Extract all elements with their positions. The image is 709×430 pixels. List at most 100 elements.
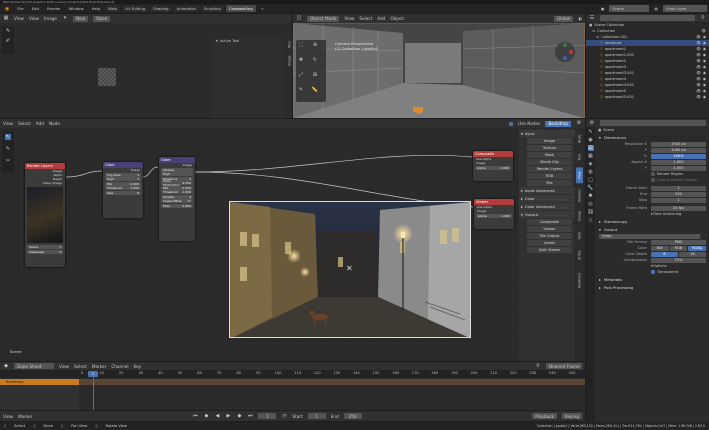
visibility-icon[interactable]: 👁 <box>696 77 701 81</box>
rotate-icon[interactable]: ↻ <box>312 57 318 63</box>
render-camera-icon[interactable]: ◉ <box>703 89 706 93</box>
orientation-dropdown[interactable]: Global <box>553 15 574 22</box>
data-tab-icon[interactable]: △ <box>588 217 594 223</box>
end-frame-field[interactable]: 250 <box>343 413 362 419</box>
annotate-icon[interactable]: ✎ <box>298 87 304 93</box>
add-menu-section[interactable]: ▸ Color Advanced <box>519 203 575 210</box>
snap-icon[interactable]: ⚲ <box>535 363 541 369</box>
add-menu-item[interactable]: Viewer <box>527 226 572 232</box>
transform-icon[interactable]: ⊞ <box>312 72 318 78</box>
menu-edit[interactable]: Edit <box>29 5 42 12</box>
glare-2-field[interactable]: High <box>161 172 193 176</box>
world-tab-icon[interactable]: ◍ <box>588 169 594 175</box>
depth-8[interactable]: 8 <box>651 251 678 257</box>
add-menu-item[interactable]: File Output <box>527 233 572 239</box>
node-sidebar-tab[interactable]: Item <box>576 226 583 244</box>
ds-menu-channel[interactable]: Channel <box>111 364 128 369</box>
render-camera-icon[interactable]: ◉ <box>703 53 706 57</box>
stereoscopy-panel-header[interactable]: ▸ Stereoscopy <box>596 218 709 225</box>
add-menu-item[interactable]: Mix <box>527 180 572 186</box>
visibility-icon[interactable]: 👁 <box>696 53 701 57</box>
node-editor[interactable]: View Select Add Node Use Nodes Backdrop … <box>0 119 585 361</box>
glare-2-field[interactable]: Color Modulation 0.250 <box>161 179 193 187</box>
scene-selector[interactable]: Scene <box>609 5 650 12</box>
dope-sheet[interactable]: ◆ Dope Sheet View Select Marker Channel … <box>0 362 585 410</box>
glare-1-type[interactable]: Fog Glow ▾ <box>105 172 141 177</box>
glare-1-quality[interactable]: High ▾ <box>105 177 141 181</box>
sample-tool-icon[interactable]: ✎ <box>5 28 11 34</box>
ds-menu-view[interactable]: View <box>59 364 69 369</box>
object-tab-icon[interactable]: ▢ <box>588 177 594 183</box>
glare-1-threshold[interactable]: Threshold 1.000 <box>105 186 141 190</box>
menu-file[interactable]: File <box>14 5 26 12</box>
color-rgb[interactable]: RGB <box>669 245 688 251</box>
color-rgba[interactable]: RGBA <box>688 245 707 251</box>
post-processing-panel-header[interactable]: ▸ Post Processing <box>596 284 709 291</box>
add-menu-item[interactable]: Mask <box>527 152 572 158</box>
tab-compositing[interactable]: Compositing <box>225 5 256 12</box>
vp-menu-add[interactable]: Add <box>377 16 385 21</box>
sidebar-expand-icon[interactable]: ▾ <box>216 39 218 43</box>
visibility-icon[interactable]: 👁 <box>696 35 701 39</box>
node-sidebar-tab[interactable]: View <box>576 166 583 184</box>
vp-menu-object[interactable]: Object <box>390 16 404 21</box>
visibility-icon[interactable]: 👁 <box>696 83 701 87</box>
output-panel-header[interactable]: ▾ Output <box>596 226 709 233</box>
add-workspace-icon[interactable]: + <box>258 5 267 12</box>
render-layers-node[interactable]: Render Layers Image Alpha Depth Noisy Im… <box>25 163 65 267</box>
add-menu-item[interactable]: Split Viewer <box>527 247 572 253</box>
image-editor-icon[interactable]: ▦ <box>3 16 9 22</box>
navigation-gizmo[interactable] <box>555 42 575 62</box>
add-menu-item[interactable]: Texture <box>527 145 572 151</box>
crop-region-row[interactable]: Crop to Render Region <box>596 177 709 183</box>
outliner-item[interactable]: ▽ apartment5.001 👁 ◉ <box>586 94 709 100</box>
ds-menu-select[interactable]: Select <box>74 364 87 369</box>
render-camera-icon[interactable]: ◉ <box>703 35 706 39</box>
scale-icon[interactable]: ⤢ <box>298 72 304 78</box>
prev-key-icon[interactable]: ◆ <box>203 413 209 419</box>
jump-start-icon[interactable]: ⏮ <box>192 413 198 419</box>
image-menu-view2[interactable]: View <box>29 16 39 21</box>
menu-window[interactable]: Window <box>66 5 87 12</box>
add-menu-item[interactable]: RGB <box>527 173 572 179</box>
add-menu-item[interactable]: Movie Clip <box>527 159 572 165</box>
render-camera-icon[interactable]: ◉ <box>703 77 706 81</box>
pb-menu-view[interactable]: View <box>3 414 13 419</box>
current-frame-field[interactable]: 1 <box>258 413 277 419</box>
image-menu-view[interactable]: View <box>14 16 24 21</box>
image-tab-tool[interactable]: Tool <box>286 38 293 52</box>
particles-tab-icon[interactable]: ✺ <box>588 193 594 199</box>
node-sidebar-tab[interactable]: Options <box>576 184 583 206</box>
glare-2-field[interactable]: Threshold 1.000 <box>161 190 193 194</box>
transparent-row[interactable]: Transparent <box>596 269 709 275</box>
output-tab-icon[interactable]: ▤ <box>587 145 594 151</box>
ds-menu-marker[interactable]: Marker <box>92 364 106 369</box>
ds-menu-key[interactable]: Key <box>134 364 142 369</box>
add-menu-item[interactable]: Composite <box>527 219 572 225</box>
select-box-icon[interactable]: ⬚ <box>298 42 304 48</box>
image-browse-icon[interactable]: ▾ <box>62 16 68 22</box>
depth-16[interactable]: 16 <box>679 251 706 257</box>
render-camera-icon[interactable]: ◉ <box>703 47 706 51</box>
render-camera-icon[interactable]: ◉ <box>703 95 706 99</box>
viewer-node[interactable]: Viewer Use Alpha Image Alpha 1.000 <box>474 199 514 229</box>
outliner-icon[interactable]: ☰ <box>589 15 595 21</box>
output-path-row[interactable]: /tmp\ 🗀 <box>596 233 709 239</box>
viewport-shading-icon[interactable]: ◐ <box>578 16 582 21</box>
visibility-icon[interactable]: 👁 <box>701 29 706 33</box>
backdrop-image[interactable]: ✕ <box>229 201 471 338</box>
physics-tab-icon[interactable]: ◎ <box>588 201 594 207</box>
glare-1-size[interactable]: Size 8 <box>105 190 141 195</box>
render-tab-icon[interactable]: ◉ <box>588 137 594 143</box>
time-stretching-row[interactable]: ▸ Time Stretching <box>596 211 709 217</box>
render-camera-icon[interactable]: ◉ <box>703 71 706 75</box>
add-menu-section[interactable]: ▸ Input Advanced <box>519 187 575 194</box>
glare-2-field[interactable]: Streaks 4 <box>161 194 193 199</box>
render-layers-layer[interactable]: ViewLayer ▾ <box>27 249 63 254</box>
viewer-alpha[interactable]: Alpha 1.000 <box>476 213 512 218</box>
outliner-search[interactable] <box>600 15 695 21</box>
add-menu-section[interactable]: ▸ Color <box>519 195 575 202</box>
play-reverse-icon[interactable]: ◀ <box>214 413 220 419</box>
visibility-icon[interactable]: 👁 <box>696 65 701 69</box>
glare-2-field[interactable]: Fade 0.900 <box>161 203 193 208</box>
